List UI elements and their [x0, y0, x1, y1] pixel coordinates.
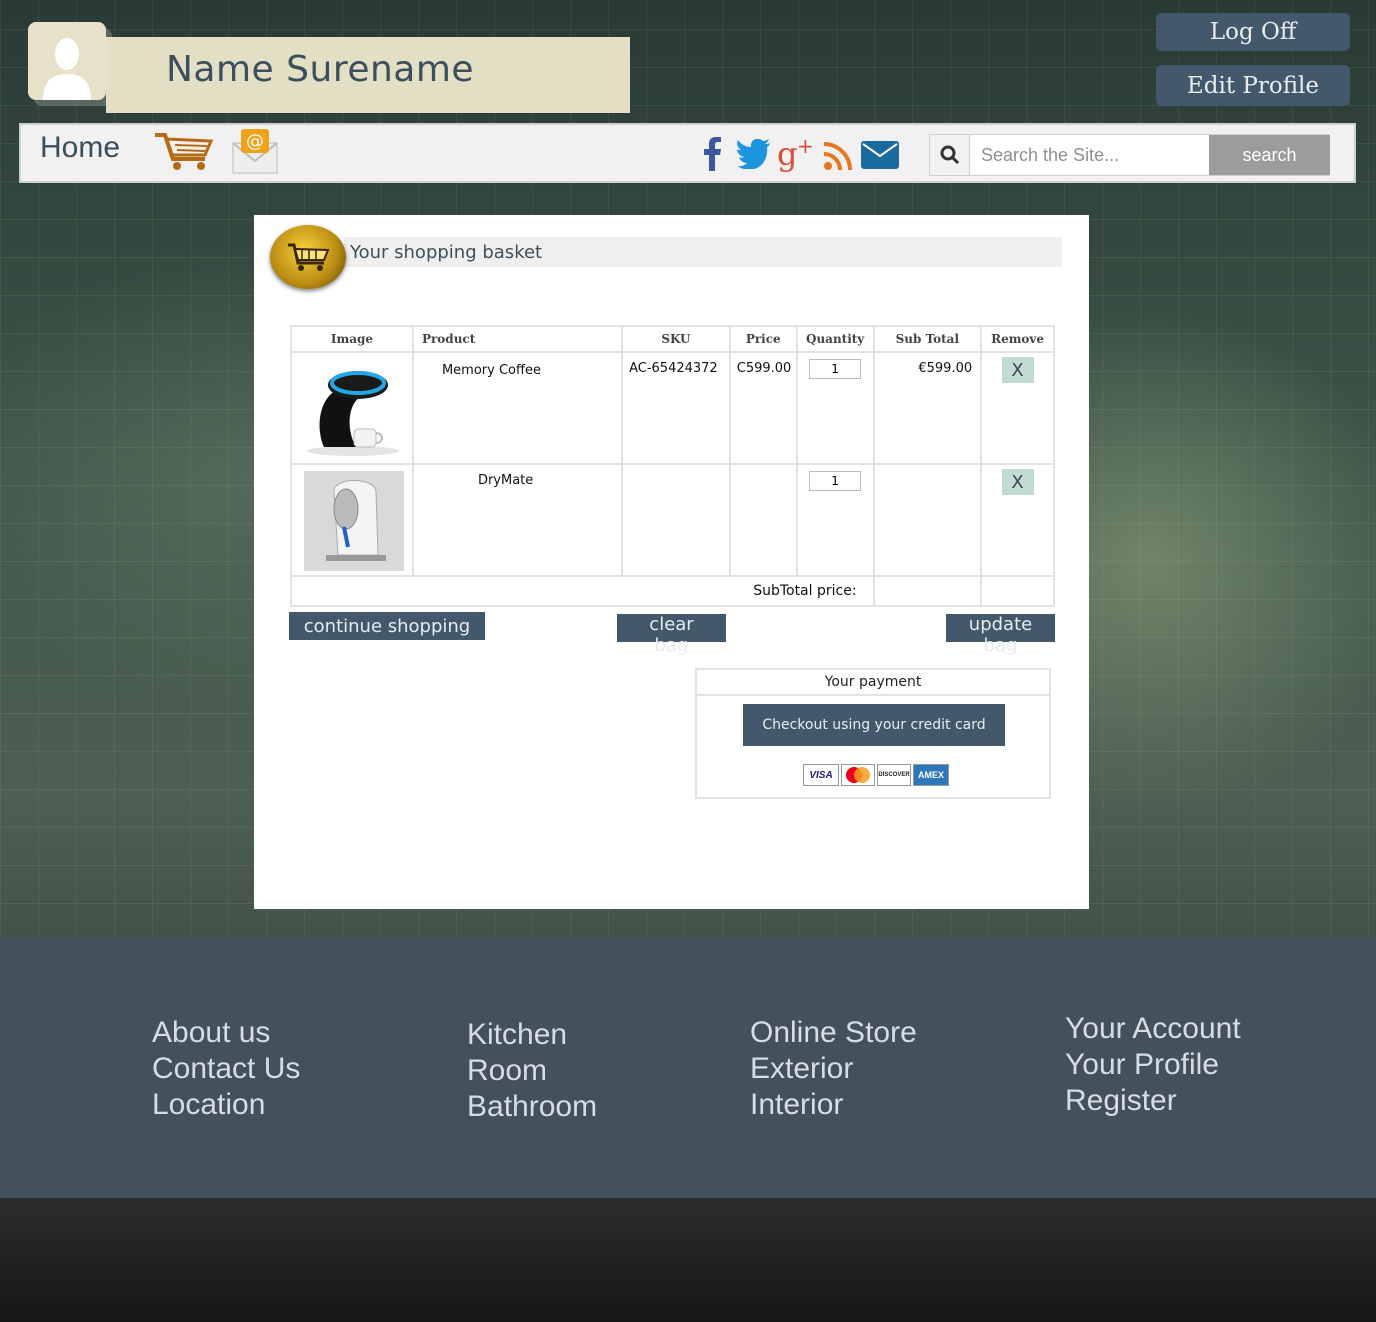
- user-name: Name Surename: [166, 49, 475, 90]
- product-price: [728, 463, 798, 577]
- mastercard-logo: [841, 764, 875, 786]
- log-off-button[interactable]: Log Off: [1156, 13, 1350, 51]
- google-plus-icon[interactable]: g +: [777, 134, 814, 177]
- basket-header-row: Image Product SKU Price Quantity Sub Tot…: [290, 325, 1055, 353]
- footer-link-kitchen[interactable]: Kitchen: [467, 1017, 597, 1053]
- home-link[interactable]: Home: [40, 131, 120, 165]
- search-button[interactable]: search: [1209, 135, 1330, 175]
- footer-link-location[interactable]: Location: [152, 1087, 300, 1123]
- coffee-machine-image[interactable]: [298, 359, 408, 459]
- footer-link-register[interactable]: Register: [1065, 1083, 1241, 1119]
- product-name[interactable]: Memory Coffee: [411, 351, 624, 465]
- user-silhouette-icon: [43, 38, 91, 100]
- subtotal-row: SubTotal price:: [290, 575, 1055, 607]
- column-header-product: Product: [411, 325, 624, 353]
- background-bottom-band: [0, 1198, 1376, 1322]
- avatar[interactable]: [28, 22, 106, 100]
- remove-item-button[interactable]: X: [1001, 469, 1034, 495]
- column-header-subtotal: Sub Total: [872, 325, 983, 353]
- svg-text:g: g: [777, 135, 797, 173]
- search-icon[interactable]: [930, 135, 970, 175]
- envelope-icon[interactable]: [861, 141, 899, 173]
- product-image-cell: [290, 351, 414, 465]
- footer-column-rooms: Kitchen Room Bathroom: [467, 1017, 597, 1125]
- amex-logo: AMEX: [913, 764, 949, 786]
- footer-link-bathroom[interactable]: Bathroom: [467, 1089, 597, 1125]
- footer-column-store: Online Store Exterior Interior: [750, 1015, 917, 1123]
- table-row: DryMate X: [290, 463, 1055, 577]
- card-logos: VISA DISCOVER AMEX: [803, 764, 949, 786]
- svg-text:@: @: [246, 131, 264, 152]
- quantity-input[interactable]: [809, 359, 862, 379]
- payment-title: Your payment: [697, 670, 1049, 696]
- edit-profile-button[interactable]: Edit Profile: [1156, 65, 1350, 106]
- column-header-remove: Remove: [980, 325, 1055, 353]
- payment-box: Your payment Checkout using your credit …: [695, 668, 1051, 799]
- product-sku: AC-65424372: [621, 351, 731, 465]
- footer-column-account: Your Account Your Profile Register: [1065, 1011, 1241, 1119]
- table-row: Memory Coffee AC-65424372 C599.00 €599.0…: [290, 351, 1055, 465]
- footer-link-your-profile[interactable]: Your Profile: [1065, 1047, 1241, 1083]
- clear-bag-button[interactable]: clear bag: [617, 614, 726, 656]
- footer-link-interior[interactable]: Interior: [750, 1087, 917, 1123]
- footer-link-room[interactable]: Room: [467, 1053, 597, 1089]
- basket-header: Your shopping basket: [344, 237, 1062, 267]
- quantity-input[interactable]: [809, 471, 862, 491]
- continue-shopping-button[interactable]: continue shopping: [289, 612, 485, 640]
- rss-icon[interactable]: [823, 141, 853, 175]
- drymate-image[interactable]: [304, 471, 404, 571]
- visa-logo: VISA: [803, 764, 839, 786]
- svg-text:+: +: [797, 135, 813, 158]
- basket-cart-icon: [270, 225, 346, 289]
- basket-title: Your shopping basket: [350, 242, 543, 263]
- footer-link-contact[interactable]: Contact Us: [152, 1051, 300, 1087]
- column-header-price: Price: [728, 325, 798, 353]
- product-subtotal: €599.00: [872, 351, 983, 465]
- column-header-image: Image: [290, 325, 414, 353]
- search-box: search: [929, 134, 1330, 176]
- footer-link-about[interactable]: About us: [152, 1015, 300, 1051]
- footer-link-exterior[interactable]: Exterior: [750, 1051, 917, 1087]
- product-subtotal: [872, 463, 983, 577]
- checkout-button[interactable]: Checkout using your credit card: [743, 704, 1005, 746]
- navbar: Home @ g + Search the Site... search: [19, 123, 1356, 183]
- basket-table: Image Product SKU Price Quantity Sub Tot…: [290, 325, 1055, 607]
- column-header-quantity: Quantity: [795, 325, 875, 353]
- shopping-cart-icon[interactable]: [153, 131, 215, 175]
- twitter-icon[interactable]: [737, 139, 771, 173]
- footer-column-company: About us Contact Us Location: [152, 1015, 300, 1123]
- user-name-bar: Name Surename: [106, 37, 630, 113]
- remove-item-button[interactable]: X: [1001, 357, 1034, 383]
- subtotal-label: SubTotal price:: [290, 575, 875, 607]
- column-header-sku: SKU: [621, 325, 731, 353]
- subtotal-empty: [980, 575, 1055, 607]
- product-sku: [621, 463, 731, 577]
- subtotal-value: [872, 575, 983, 607]
- footer: About us Contact Us Location Kitchen Roo…: [0, 937, 1376, 1198]
- footer-link-online-store[interactable]: Online Store: [750, 1015, 917, 1051]
- discover-logo: DISCOVER: [877, 764, 911, 786]
- facebook-icon[interactable]: [701, 137, 723, 175]
- email-at-icon[interactable]: @: [231, 127, 279, 179]
- search-input[interactable]: [971, 135, 1209, 175]
- product-image-cell: [290, 463, 414, 577]
- basket-panel: Your shopping basket Image Product SKU P…: [254, 215, 1089, 909]
- product-price: C599.00: [728, 351, 798, 465]
- update-bag-button[interactable]: update bag: [946, 614, 1055, 656]
- footer-link-your-account[interactable]: Your Account: [1065, 1011, 1241, 1047]
- product-name[interactable]: DryMate: [411, 463, 624, 577]
